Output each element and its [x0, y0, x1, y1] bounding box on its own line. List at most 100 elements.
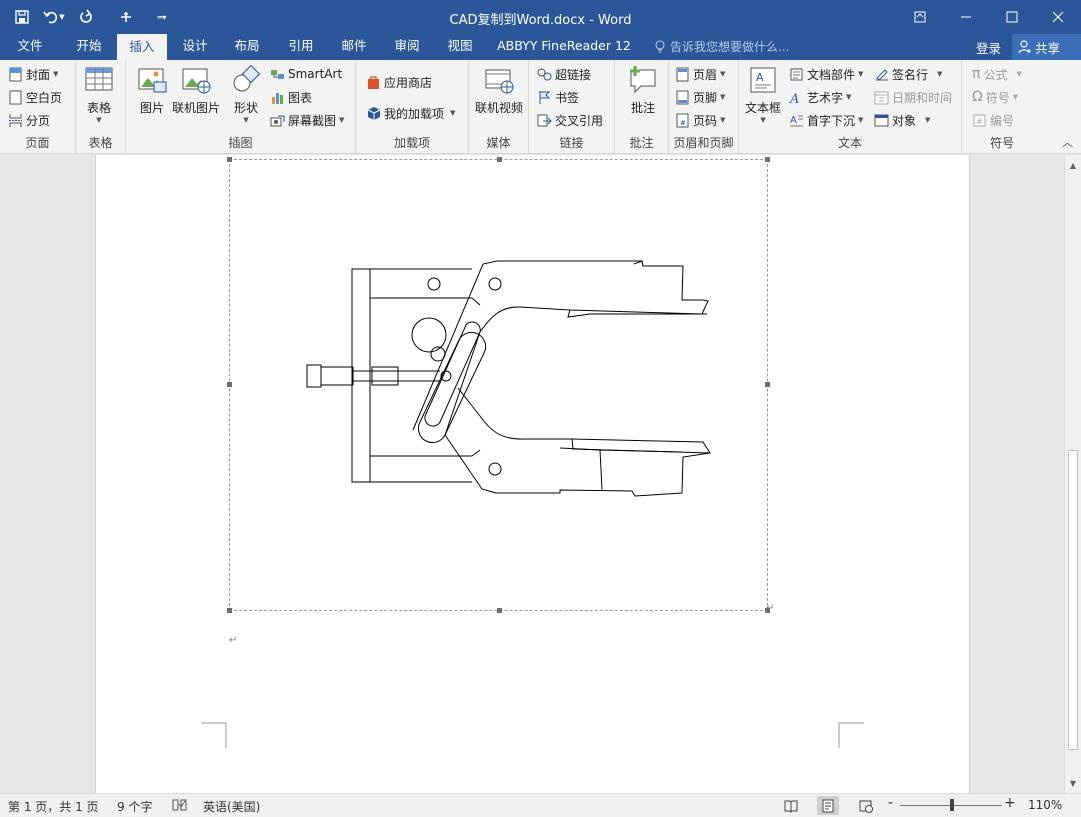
equation-button[interactable]: π 公式 ▼	[972, 64, 1022, 84]
zoom-level[interactable]: 110%	[1028, 798, 1062, 812]
tab-layout[interactable]: 布局	[224, 34, 270, 60]
tab-view[interactable]: 视图	[437, 34, 483, 60]
zoom-out-button[interactable]: -	[888, 795, 893, 811]
page-break-icon	[9, 113, 22, 127]
window-controls	[897, 0, 1081, 34]
screenshot-button[interactable]: 屏幕截图 ▼	[270, 110, 344, 130]
omega-icon: Ω	[972, 89, 983, 105]
tell-me-box[interactable]: 告诉我您想要做什么...	[654, 38, 789, 55]
blank-page-label: 空白页	[26, 90, 63, 105]
scroll-thumb[interactable]	[1068, 450, 1078, 750]
scroll-down-arrow[interactable]: ▼	[1065, 775, 1081, 791]
read-mode-button[interactable]	[780, 796, 802, 815]
blank-page-button[interactable]: 空白页	[8, 87, 62, 107]
page-number-button[interactable]: # 页码 ▼	[675, 110, 725, 130]
symbol-button[interactable]: Ω 符号 ▼	[972, 87, 1018, 107]
language-indicator[interactable]: 英语(美国)	[203, 798, 260, 815]
lightbulb-icon	[655, 39, 665, 53]
screenshot-label: 屏幕截图	[288, 113, 337, 128]
login-link[interactable]: 登录	[976, 38, 1001, 57]
group-comments: 批注 批注	[615, 60, 669, 154]
drop-cap-button[interactable]: A 首字下沉 ▼	[789, 110, 863, 130]
picture-button[interactable]: 图片	[136, 64, 168, 116]
textbox-button[interactable]: A 文本框 ▼	[745, 64, 781, 124]
tab-references[interactable]: 引用	[278, 34, 324, 60]
new-comment-label: 批注	[630, 101, 655, 115]
online-picture-button[interactable]: 联机图片	[172, 64, 220, 116]
page-count[interactable]: 第 1 页，共 1 页	[8, 798, 99, 815]
tab-design[interactable]: 设计	[172, 34, 218, 60]
wordart-label: 艺术字	[807, 90, 844, 105]
date-time-button[interactable]: 日期和时间	[874, 87, 952, 107]
group-illustrations-label: 插图	[228, 136, 253, 150]
shapes-button[interactable]: 形状 ▼	[230, 64, 262, 124]
online-video-button[interactable]: 联机视频	[475, 64, 523, 116]
svg-text:A: A	[756, 71, 764, 84]
symbol-label: 符号	[985, 90, 1010, 105]
zoom-slider-thumb[interactable]	[950, 799, 954, 811]
ribbon-display-options-button[interactable]	[897, 0, 943, 34]
symbol-dropdown-icon: ▼	[1012, 93, 1019, 101]
date-time-label: 日期和时间	[892, 90, 953, 105]
scroll-up-arrow[interactable]: ▲	[1065, 157, 1081, 173]
cover-page-label: 封面	[26, 67, 51, 82]
document-page[interactable]: ↵ ↵	[95, 155, 970, 793]
store-button[interactable]: 应用商店	[366, 72, 432, 92]
cover-dropdown-icon: ▼	[53, 70, 59, 78]
tab-file[interactable]: 文件	[8, 34, 52, 60]
hyperlink-button[interactable]: 超链接	[537, 64, 591, 84]
title-bar: ▼ ═▾ CAD复制到Word.docx - Word	[0, 0, 1081, 34]
smartart-button[interactable]: SmartArt	[270, 64, 342, 84]
close-button[interactable]	[1035, 0, 1081, 34]
embedded-cad-object[interactable]	[227, 157, 770, 613]
svg-text:#: #	[976, 117, 983, 126]
svg-text:A: A	[789, 92, 799, 105]
footer-icon	[676, 90, 689, 104]
numbering-button[interactable]: # 编号	[972, 110, 1014, 130]
close-icon	[1052, 11, 1064, 23]
header-label: 页眉	[693, 67, 718, 82]
group-comments-label: 批注	[629, 136, 654, 150]
paragraph-mark: ↵	[766, 603, 775, 614]
footer-button[interactable]: 页脚 ▼	[675, 87, 725, 107]
page-break-button[interactable]: 分页	[8, 110, 50, 130]
new-comment-button[interactable]: 批注	[627, 64, 659, 116]
tab-abbyy[interactable]: ABBYY FineReader 12	[494, 34, 634, 60]
cover-page-button[interactable]: 封面 ▼	[8, 64, 58, 84]
web-layout-button[interactable]	[855, 796, 877, 815]
zoom-in-button[interactable]: +	[1004, 795, 1016, 811]
print-layout-button[interactable]	[817, 796, 839, 815]
wordart-button[interactable]: A 艺术字 ▼	[789, 87, 851, 107]
header-dropdown-icon: ▼	[720, 70, 726, 78]
signature-dropdown-icon: ▼	[937, 70, 943, 78]
quick-parts-dropdown-icon: ▼	[858, 70, 864, 78]
collapse-ribbon-icon[interactable]: ︿	[1062, 134, 1073, 150]
textbox-label: 文本框	[745, 101, 782, 115]
word-count[interactable]: 9 个字	[117, 798, 152, 815]
maximize-button[interactable]	[989, 0, 1035, 34]
share-button[interactable]: 共享	[1012, 34, 1081, 60]
header-button[interactable]: 页眉 ▼	[675, 64, 725, 84]
blank-page-icon	[9, 90, 22, 104]
object-button[interactable]: 对象 ▼	[874, 110, 930, 130]
tab-home[interactable]: 开始	[66, 34, 112, 60]
quick-parts-button[interactable]: 文档部件 ▼	[789, 64, 863, 84]
signature-line-button[interactable]: 签名行 ▼	[874, 64, 942, 84]
my-addins-button[interactable]: 我的加载项 ▼	[366, 103, 455, 123]
textbox-dropdown-icon: ▼	[760, 116, 766, 124]
tab-mailings[interactable]: 邮件	[331, 34, 377, 60]
tab-review[interactable]: 审阅	[384, 34, 430, 60]
vertical-scrollbar[interactable]: ▲ ▼	[1064, 155, 1081, 793]
cross-reference-button[interactable]: 交叉引用	[537, 110, 603, 130]
cross-reference-label: 交叉引用	[555, 113, 604, 128]
tab-insert[interactable]: 插入	[117, 34, 167, 60]
chart-button[interactable]: 图表	[270, 87, 312, 107]
minimize-button[interactable]	[943, 0, 989, 34]
table-button[interactable]: 表格 ▼	[83, 64, 115, 124]
bookmark-button[interactable]: 书签	[537, 87, 579, 107]
drop-cap-label: 首字下沉	[807, 113, 856, 128]
my-addins-label: 我的加载项	[384, 106, 445, 121]
ribbon-tabs: 文件 开始 插入 设计 布局 引用 邮件 审阅 视图 ABBYY FineRea…	[0, 34, 1081, 60]
signature-label: 签名行	[892, 67, 929, 82]
proofing-icon[interactable]	[172, 798, 187, 814]
